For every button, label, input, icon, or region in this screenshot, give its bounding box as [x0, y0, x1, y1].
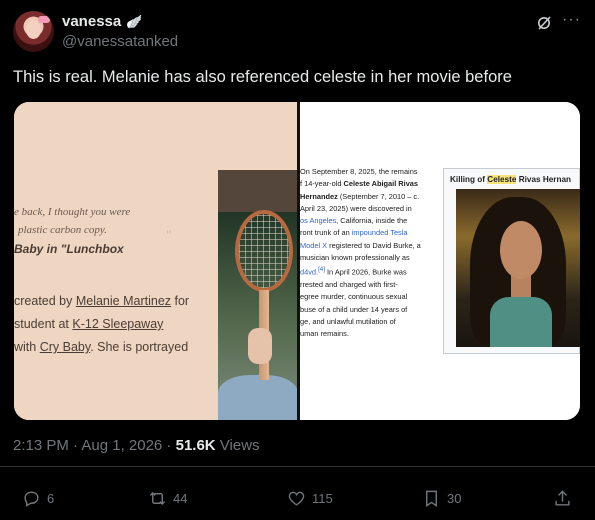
- repost-icon: [149, 491, 166, 505]
- article-line: buse of a child under 14 years of: [300, 304, 408, 314]
- wiki-excerpt-line-2: student at K-12 Sleepaway: [14, 317, 164, 331]
- quote-mark: ": [166, 227, 172, 242]
- post-media[interactable]: e back, I thought you were plastic carbo…: [14, 102, 580, 420]
- lyric-line-2: plastic carbon copy.: [18, 224, 107, 236]
- wing-emoji: 🪽: [126, 14, 143, 29]
- k12-link: K-12 Sleepaway: [72, 317, 164, 331]
- article-line: rrested and charged with first-: [300, 280, 398, 290]
- views-label: Views: [215, 437, 260, 454]
- author-handle[interactable]: @vanessatanked: [62, 33, 178, 50]
- lyric-line-1: e back, I thought you were: [14, 206, 131, 218]
- racket-image: [235, 210, 293, 292]
- article-line: Model X registered to David Burke, a: [300, 240, 421, 250]
- article-line: f 14-year-old Celeste Abigail Rivas: [300, 179, 419, 189]
- share-button[interactable]: [553, 488, 572, 508]
- article-line: April 23, 2025) were discovered in: [300, 203, 412, 213]
- views-count: 51.6K: [175, 437, 216, 454]
- media-right-panel: On September 8, 2025, the remains f 14-y…: [300, 102, 580, 420]
- reply-icon: [24, 490, 39, 507]
- like-count: 115: [312, 490, 333, 506]
- post-timestamp[interactable]: 2:13 PM · Aug 1, 2026 ·: [13, 437, 176, 454]
- divider-line: [0, 466, 595, 467]
- like-button[interactable]: 115: [287, 488, 333, 508]
- reply-button[interactable]: 6: [22, 488, 54, 508]
- repost-count: 44: [173, 490, 188, 506]
- wiki-excerpt-line-3: with Cry Baby. She is portrayed: [14, 340, 189, 354]
- author-avatar[interactable]: [13, 11, 54, 52]
- lyric-line-3: Baby in "Lunchbox: [14, 242, 124, 256]
- melanie-martinez-link: Melanie Martinez: [75, 294, 172, 308]
- infobox-portrait-photo: [456, 189, 580, 347]
- author-name[interactable]: vanessa: [62, 13, 121, 30]
- article-line: Hernandez (September 7, 2010 – c.: [300, 191, 420, 201]
- tennis-racket-photo: [218, 170, 298, 420]
- bookmark-icon: [426, 490, 437, 507]
- article-line: ge, and unlawful mutilation of: [300, 317, 396, 327]
- article-line: On September 8, 2025, the remains: [300, 167, 418, 176]
- bookmark-count: 30: [447, 490, 462, 506]
- more-icon[interactable]: ···: [562, 11, 581, 29]
- grok-icon[interactable]: [536, 15, 552, 31]
- heart-icon: [288, 491, 305, 506]
- post-text: This is real. Melanie has also reference…: [13, 68, 512, 86]
- media-left-panel: e back, I thought you were plastic carbo…: [14, 102, 298, 420]
- repost-button[interactable]: 44: [148, 488, 187, 508]
- avatar-face: [26, 20, 41, 39]
- share-icon: [555, 489, 570, 506]
- cry-baby-link: Cry Baby: [39, 340, 91, 354]
- article-line: egree murder, continuous sexual: [300, 292, 408, 302]
- post-meta: 2:13 PM · Aug 1, 2026 · 51.6K Views: [13, 437, 260, 454]
- article-line: os Angeles, California, inside the: [300, 216, 408, 226]
- article-line: uman remains.: [300, 329, 349, 339]
- bookmark-button[interactable]: 30: [422, 488, 461, 508]
- article-line: musician known professionally as: [300, 253, 410, 263]
- infobox-title: Killing of Celeste Rivas Hernan: [450, 175, 572, 184]
- reply-count: 6: [47, 490, 55, 506]
- article-line: ront trunk of an impounded Tesla: [300, 228, 408, 238]
- article-line: d4vd.[4] In April 2026, Burke was: [300, 266, 407, 277]
- wiki-infobox: Killing of Celeste Rivas Hernan: [443, 168, 580, 354]
- wiki-excerpt-line-1: created by Melanie Martinez for: [14, 294, 190, 308]
- wiki-article-text: On September 8, 2025, the remains f 14-y…: [300, 166, 440, 341]
- avatar-bow: [38, 16, 50, 23]
